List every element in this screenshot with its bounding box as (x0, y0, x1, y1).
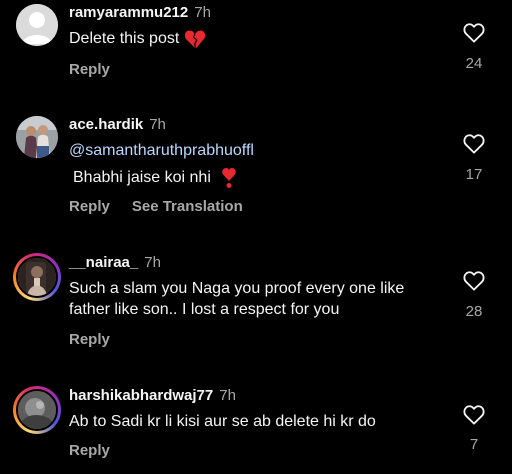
comment-item: ramyarammu212 7h Delete this post Reply 2… (0, 0, 512, 100)
comment-item: ace.hardik 7h @samantharuthprabhuoffl Bha… (0, 108, 512, 228)
comment-time: 7h (194, 4, 211, 21)
mention-link[interactable]: @samantharuthprabhuoffl (69, 140, 449, 161)
comment-header: harshikabhardwaj77 7h (69, 387, 236, 404)
heart-outline-icon (463, 134, 485, 154)
comment-text: Such a slam you Naga you proof every one… (69, 280, 405, 318)
reply-button[interactable]: Reply (69, 442, 110, 459)
avatar[interactable] (16, 116, 58, 158)
comment-time: 7h (144, 254, 161, 271)
comment-text: Ab to Sadi kr li kisi aur se ab delete h… (69, 413, 376, 430)
like-button[interactable] (462, 405, 486, 425)
comment-text: Delete this post (69, 30, 180, 47)
comment-actions: Reply (69, 442, 132, 459)
heart-outline-icon (463, 271, 485, 291)
like-button[interactable] (462, 271, 486, 291)
reply-button[interactable]: Reply (69, 331, 110, 348)
user-photo-icon (18, 258, 56, 296)
heart-outline-icon (463, 405, 485, 425)
comment-header: ace.hardik 7h (69, 116, 166, 133)
user-photo-icon (16, 116, 58, 158)
heart-outline-icon (463, 23, 485, 43)
avatar-inner (16, 256, 58, 298)
broken-heart-emoji-icon (184, 30, 205, 49)
like-button[interactable] (462, 23, 486, 43)
see-translation-button[interactable]: See Translation (132, 198, 243, 215)
comment-username[interactable]: ramyarammu212 (69, 4, 188, 21)
comment-actions: Reply See Translation (69, 198, 265, 215)
like-count: 24 (465, 55, 483, 72)
avatar[interactable] (16, 4, 58, 46)
comment-text-block: @samantharuthprabhuoffl Bhabhi jaise koi… (69, 140, 449, 189)
avatar-with-story-ring[interactable] (13, 386, 61, 434)
reply-button[interactable]: Reply (69, 198, 110, 215)
comment-header: ramyarammu212 7h (69, 4, 211, 21)
comment-username[interactable]: __nairaa_ (69, 254, 138, 271)
comment-item: __nairaa_ 7h Such a slam you Naga you pro… (0, 245, 512, 365)
comment-header: __nairaa_ 7h (69, 254, 161, 271)
comment-username[interactable]: ace.hardik (69, 116, 143, 133)
like-count: 28 (465, 303, 483, 320)
comment-text: Bhabhi jaise koi nhi (73, 169, 211, 187)
comment-text-row: Bhabhi jaise koi nhi (69, 167, 449, 189)
comment-actions: Reply (69, 61, 132, 78)
comment-item: harshikabhardwaj77 7h Ab to Sadi kr li ki… (0, 378, 512, 474)
avatar-inner (16, 389, 58, 431)
like-count: 7 (469, 436, 479, 453)
comment-time: 7h (149, 116, 166, 133)
like-count: 17 (465, 166, 483, 183)
like-button[interactable] (462, 134, 486, 154)
avatar-with-story-ring[interactable] (13, 253, 61, 301)
user-photo-icon (18, 391, 56, 429)
comment-username[interactable]: harshikabhardwaj77 (69, 387, 213, 404)
comment-text-row: Delete this post (69, 28, 449, 49)
heart-exclamation-emoji-icon (222, 168, 237, 188)
comment-time: 7h (219, 387, 236, 404)
reply-button[interactable]: Reply (69, 61, 110, 78)
comment-actions: Reply (69, 331, 132, 348)
default-avatar-icon (16, 4, 58, 46)
